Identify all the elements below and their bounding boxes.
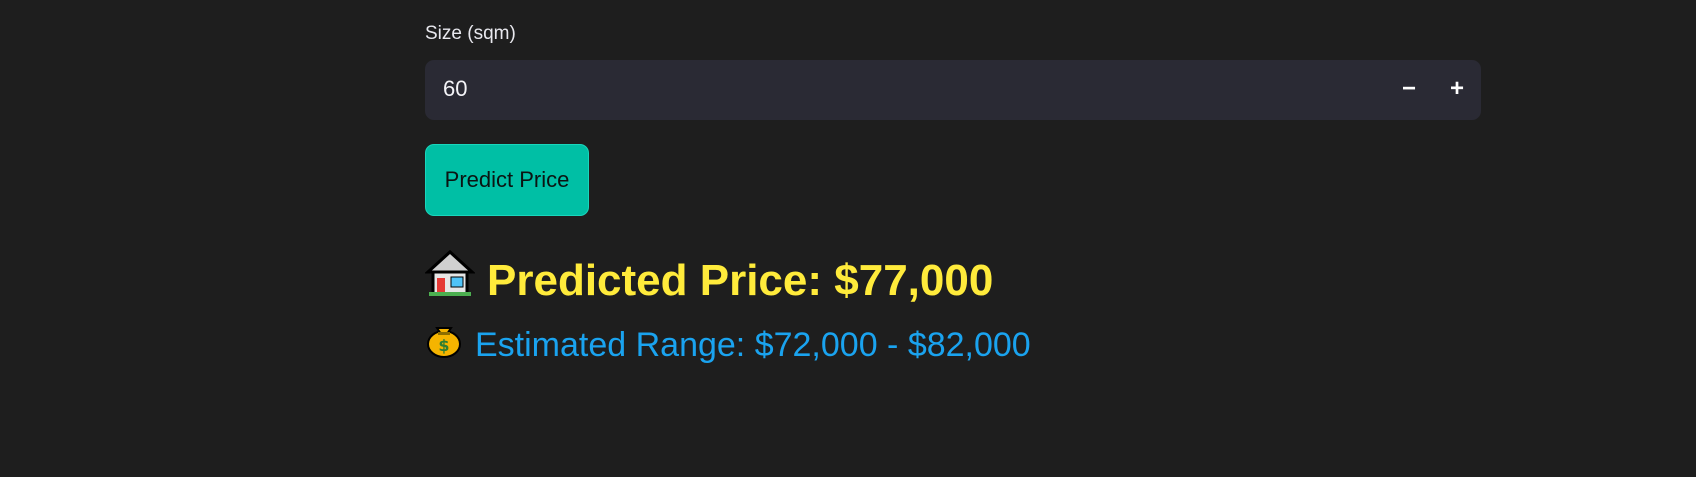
money-bag-icon: $	[425, 318, 463, 372]
size-input[interactable]	[443, 60, 1443, 117]
size-number-input: − +	[425, 60, 1481, 120]
decrement-button[interactable]: −	[1385, 60, 1433, 120]
increment-button[interactable]: +	[1433, 60, 1481, 120]
predicted-price-text: Predicted Price: $77,000	[487, 256, 994, 305]
estimated-range-heading: $ Estimated Range: $72,000 - $82,000	[425, 318, 1031, 372]
svg-text:$: $	[438, 336, 449, 355]
house-icon	[424, 248, 476, 314]
predicted-price-heading: Predicted Price: $77,000	[424, 248, 994, 314]
size-label: Size (sqm)	[425, 23, 516, 44]
predict-price-button[interactable]: Predict Price	[425, 144, 589, 216]
estimated-range-text: Estimated Range: $72,000 - $82,000	[475, 326, 1031, 365]
